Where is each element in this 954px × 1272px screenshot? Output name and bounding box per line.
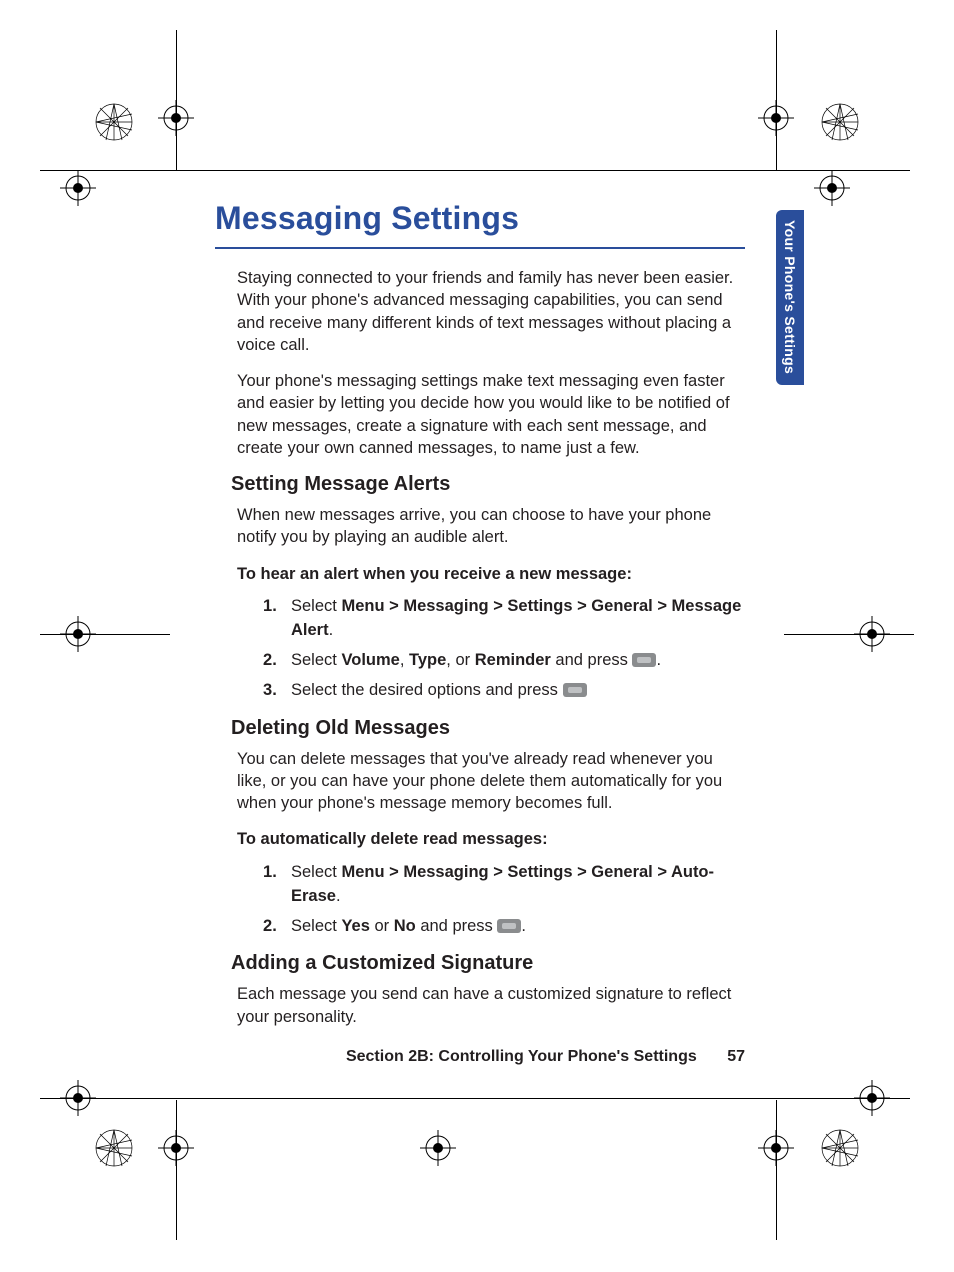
registration-burst-icon <box>818 100 862 144</box>
step-item: Select Yes or No and press . <box>263 915 745 939</box>
section-heading: Setting Message Alerts <box>231 473 745 496</box>
step-item: Select Menu > Messaging > Settings > Gen… <box>263 595 745 643</box>
crop-target-icon <box>814 170 850 206</box>
step-list: Select Menu > Messaging > Settings > Gen… <box>263 595 745 703</box>
section-heading: Deleting Old Messages <box>231 717 745 740</box>
thumb-tab: Your Phone's Settings <box>776 210 804 385</box>
section-lead: To hear an alert when you receive a new … <box>237 563 745 585</box>
section-body: You can delete messages that you've alre… <box>237 748 745 815</box>
section-body: Each message you send can have a customi… <box>237 983 745 1028</box>
page-number: 57 <box>727 1048 745 1065</box>
ok-button-icon <box>497 919 521 933</box>
registration-burst-icon <box>92 100 136 144</box>
registration-burst-icon <box>818 1126 862 1170</box>
footer-section: Section 2B: Controlling Your Phone's Set… <box>346 1048 697 1065</box>
step-item: Select Volume, Type, or Reminder and pre… <box>263 649 745 673</box>
registration-burst-icon <box>92 1126 136 1170</box>
intro-paragraph: Staying connected to your friends and fa… <box>237 267 745 356</box>
crop-target-icon <box>60 170 96 206</box>
step-list: Select Menu > Messaging > Settings > Gen… <box>263 861 745 939</box>
page-content: Messaging Settings Staying connected to … <box>215 200 745 1042</box>
intro-paragraph: Your phone's messaging settings make tex… <box>237 370 745 459</box>
crop-target-icon <box>420 1130 456 1166</box>
step-item: Select the desired options and press <box>263 679 745 703</box>
section-lead: To automatically delete read messages: <box>237 828 745 850</box>
title-rule <box>215 247 745 249</box>
section-heading: Adding a Customized Signature <box>231 952 745 975</box>
ok-button-icon <box>563 683 587 697</box>
step-item: Select Menu > Messaging > Settings > Gen… <box>263 861 745 909</box>
page-footer: Section 2B: Controlling Your Phone's Set… <box>215 1048 745 1066</box>
ok-button-icon <box>632 653 656 667</box>
section-body: When new messages arrive, you can choose… <box>237 504 745 549</box>
page-title: Messaging Settings <box>215 200 745 237</box>
